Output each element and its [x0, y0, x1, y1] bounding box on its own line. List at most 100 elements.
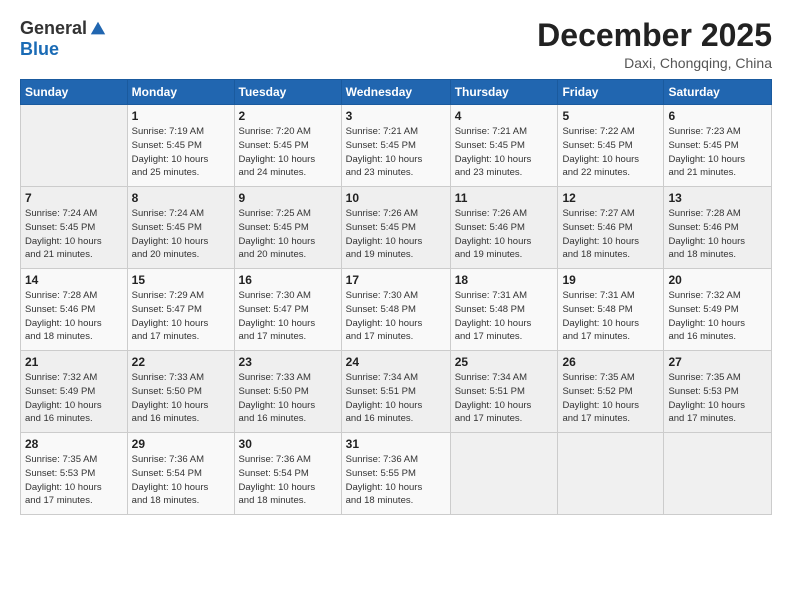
weekday-header-tuesday: Tuesday	[234, 80, 341, 105]
weekday-row: SundayMondayTuesdayWednesdayThursdayFrid…	[21, 80, 772, 105]
day-number: 27	[668, 355, 767, 369]
calendar-cell: 9Sunrise: 7:25 AMSunset: 5:45 PMDaylight…	[234, 187, 341, 269]
day-info: Sunrise: 7:31 AMSunset: 5:48 PMDaylight:…	[562, 289, 659, 344]
calendar-cell: 29 Sunrise: 7:36 AMSunset: 5:54 PMDayligh…	[127, 433, 234, 515]
day-number: 3	[346, 109, 446, 123]
calendar-cell: 18Sunrise: 7:31 AMSunset: 5:48 PMDayligh…	[450, 269, 558, 351]
day-info: Sunrise: 7:36 AMSunset: 5:55 PMDaylight:…	[346, 453, 446, 508]
week-row-1: 1Sunrise: 7:19 AMSunset: 5:45 PMDaylight…	[21, 105, 772, 187]
calendar-cell	[664, 433, 772, 515]
calendar-cell	[558, 433, 664, 515]
day-number: 15	[132, 273, 230, 287]
day-number: 31	[346, 437, 446, 451]
day-number: 10	[346, 191, 446, 205]
calendar-cell: 16 Sunrise: 7:30 AMSunset: 5:47 PMDayligh…	[234, 269, 341, 351]
day-number: 19	[562, 273, 659, 287]
day-number: 9	[239, 191, 337, 205]
calendar-cell: 3 Sunrise: 7:21 AMSunset: 5:45 PMDaylight…	[341, 105, 450, 187]
day-number: 23	[239, 355, 337, 369]
calendar-cell: 1Sunrise: 7:19 AMSunset: 5:45 PMDaylight…	[127, 105, 234, 187]
day-info: Sunrise: 7:31 AMSunset: 5:48 PMDaylight:…	[455, 289, 554, 344]
calendar-cell: 4Sunrise: 7:21 AMSunset: 5:45 PMDaylight…	[450, 105, 558, 187]
day-info: Sunrise: 7:24 AMSunset: 5:45 PMDaylight:…	[132, 207, 230, 262]
day-number: 21	[25, 355, 123, 369]
calendar-cell: 25 Sunrise: 7:34 AMSunset: 5:51 PMDayligh…	[450, 351, 558, 433]
calendar: SundayMondayTuesdayWednesdayThursdayFrid…	[20, 79, 772, 515]
day-info: Sunrise: 7:19 AMSunset: 5:45 PMDaylight:…	[132, 125, 230, 180]
calendar-cell: 2 Sunrise: 7:20 AMSunset: 5:45 PMDaylight…	[234, 105, 341, 187]
day-info: Sunrise: 7:30 AMSunset: 5:47 PMDaylight:…	[239, 289, 337, 344]
calendar-cell: 27 Sunrise: 7:35 AMSunset: 5:53 PMDayligh…	[664, 351, 772, 433]
main-title: December 2025	[537, 18, 772, 53]
weekday-header-friday: Friday	[558, 80, 664, 105]
day-number: 22	[132, 355, 230, 369]
day-info: Sunrise: 7:28 AMSunset: 5:46 PMDaylight:…	[668, 207, 767, 262]
header: General Blue December 2025 Daxi, Chongqi…	[20, 18, 772, 71]
day-info: Sunrise: 7:36 AMSunset: 5:54 PMDaylight:…	[239, 453, 337, 508]
calendar-cell: 26 Sunrise: 7:35 AMSunset: 5:52 PMDayligh…	[558, 351, 664, 433]
day-number: 8	[132, 191, 230, 205]
day-number: 17	[346, 273, 446, 287]
day-number: 24	[346, 355, 446, 369]
day-number: 12	[562, 191, 659, 205]
day-info: Sunrise: 7:24 AMSunset: 5:45 PMDaylight:…	[25, 207, 123, 262]
day-number: 16	[239, 273, 337, 287]
calendar-cell: 11 Sunrise: 7:26 AMSunset: 5:46 PMDayligh…	[450, 187, 558, 269]
day-info: Sunrise: 7:33 AMSunset: 5:50 PMDaylight:…	[132, 371, 230, 426]
day-info: Sunrise: 7:30 AMSunset: 5:48 PMDaylight:…	[346, 289, 446, 344]
day-info: Sunrise: 7:21 AMSunset: 5:45 PMDaylight:…	[346, 125, 446, 180]
day-info: Sunrise: 7:32 AMSunset: 5:49 PMDaylight:…	[25, 371, 123, 426]
day-info: Sunrise: 7:29 AMSunset: 5:47 PMDaylight:…	[132, 289, 230, 344]
day-number: 6	[668, 109, 767, 123]
day-number: 14	[25, 273, 123, 287]
calendar-cell: 15 Sunrise: 7:29 AMSunset: 5:47 PMDayligh…	[127, 269, 234, 351]
day-info: Sunrise: 7:26 AMSunset: 5:46 PMDaylight:…	[455, 207, 554, 262]
day-info: Sunrise: 7:23 AMSunset: 5:45 PMDaylight:…	[668, 125, 767, 180]
day-info: Sunrise: 7:34 AMSunset: 5:51 PMDaylight:…	[455, 371, 554, 426]
logo-icon	[89, 20, 107, 38]
day-info: Sunrise: 7:32 AMSunset: 5:49 PMDaylight:…	[668, 289, 767, 344]
day-info: Sunrise: 7:35 AMSunset: 5:52 PMDaylight:…	[562, 371, 659, 426]
calendar-cell: 13 Sunrise: 7:28 AMSunset: 5:46 PMDayligh…	[664, 187, 772, 269]
day-number: 29	[132, 437, 230, 451]
day-info: Sunrise: 7:36 AMSunset: 5:54 PMDaylight:…	[132, 453, 230, 508]
calendar-cell: 17 Sunrise: 7:30 AMSunset: 5:48 PMDayligh…	[341, 269, 450, 351]
calendar-header: SundayMondayTuesdayWednesdayThursdayFrid…	[21, 80, 772, 105]
day-info: Sunrise: 7:27 AMSunset: 5:46 PMDaylight:…	[562, 207, 659, 262]
week-row-5: 28Sunrise: 7:35 AMSunset: 5:53 PMDayligh…	[21, 433, 772, 515]
week-row-3: 14Sunrise: 7:28 AMSunset: 5:46 PMDayligh…	[21, 269, 772, 351]
calendar-cell: 24 Sunrise: 7:34 AMSunset: 5:51 PMDayligh…	[341, 351, 450, 433]
day-info: Sunrise: 7:26 AMSunset: 5:45 PMDaylight:…	[346, 207, 446, 262]
calendar-cell: 8 Sunrise: 7:24 AMSunset: 5:45 PMDaylight…	[127, 187, 234, 269]
calendar-cell: 10 Sunrise: 7:26 AMSunset: 5:45 PMDayligh…	[341, 187, 450, 269]
calendar-cell	[450, 433, 558, 515]
day-number: 30	[239, 437, 337, 451]
subtitle: Daxi, Chongqing, China	[537, 55, 772, 71]
calendar-cell: 20 Sunrise: 7:32 AMSunset: 5:49 PMDayligh…	[664, 269, 772, 351]
weekday-header-saturday: Saturday	[664, 80, 772, 105]
logo-general: General	[20, 18, 87, 39]
weekday-header-monday: Monday	[127, 80, 234, 105]
calendar-cell: 30 Sunrise: 7:36 AMSunset: 5:54 PMDayligh…	[234, 433, 341, 515]
day-number: 2	[239, 109, 337, 123]
calendar-body: 1Sunrise: 7:19 AMSunset: 5:45 PMDaylight…	[21, 105, 772, 515]
day-number: 11	[455, 191, 554, 205]
calendar-cell: 31 Sunrise: 7:36 AMSunset: 5:55 PMDayligh…	[341, 433, 450, 515]
weekday-header-thursday: Thursday	[450, 80, 558, 105]
weekday-header-wednesday: Wednesday	[341, 80, 450, 105]
day-number: 26	[562, 355, 659, 369]
day-info: Sunrise: 7:35 AMSunset: 5:53 PMDaylight:…	[668, 371, 767, 426]
page: General Blue December 2025 Daxi, Chongqi…	[0, 0, 792, 612]
calendar-cell: 28Sunrise: 7:35 AMSunset: 5:53 PMDayligh…	[21, 433, 128, 515]
day-info: Sunrise: 7:33 AMSunset: 5:50 PMDaylight:…	[239, 371, 337, 426]
week-row-4: 21 Sunrise: 7:32 AMSunset: 5:49 PMDayligh…	[21, 351, 772, 433]
day-number: 25	[455, 355, 554, 369]
day-info: Sunrise: 7:20 AMSunset: 5:45 PMDaylight:…	[239, 125, 337, 180]
day-number: 20	[668, 273, 767, 287]
day-number: 13	[668, 191, 767, 205]
day-info: Sunrise: 7:34 AMSunset: 5:51 PMDaylight:…	[346, 371, 446, 426]
calendar-cell: 19 Sunrise: 7:31 AMSunset: 5:48 PMDayligh…	[558, 269, 664, 351]
day-number: 28	[25, 437, 123, 451]
weekday-header-sunday: Sunday	[21, 80, 128, 105]
calendar-cell: 14Sunrise: 7:28 AMSunset: 5:46 PMDayligh…	[21, 269, 128, 351]
